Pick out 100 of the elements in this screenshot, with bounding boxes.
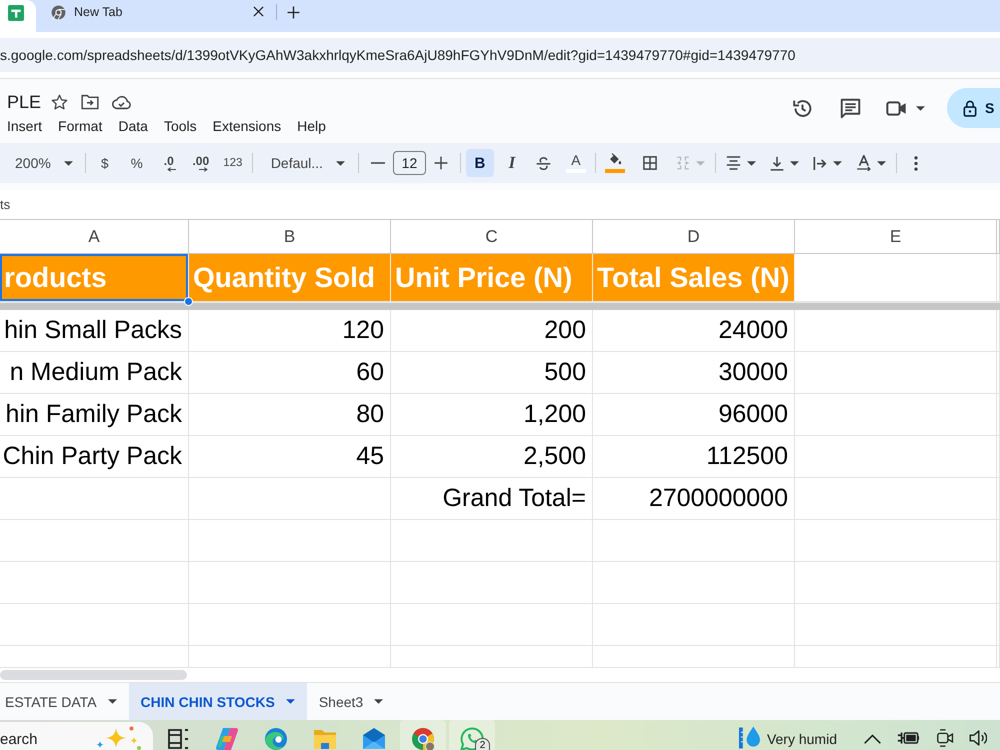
align-center-icon [726, 156, 741, 170]
sparkle-icon [94, 726, 142, 750]
minus-icon [370, 162, 385, 164]
header-cell: Quantity Sold [189, 254, 391, 302]
column-header[interactable]: E [795, 220, 997, 254]
caret-icon [696, 160, 705, 166]
copilot-icon [215, 727, 239, 750]
notification-badge: 2 [475, 738, 490, 750]
scrollbar-thumb[interactable] [0, 670, 187, 680]
document-title[interactable]: PLE [7, 92, 42, 112]
table-cell: Chin Party Pack [0, 436, 189, 478]
weather-button[interactable]: Very humid [738, 726, 837, 750]
caret-icon [876, 160, 886, 166]
increase-decimal-button[interactable]: .00 [186, 149, 215, 177]
menu-item[interactable]: Help [289, 116, 334, 136]
arrow-left-icon [167, 166, 176, 172]
star-icon[interactable] [51, 94, 68, 110]
close-icon[interactable] [253, 6, 264, 17]
font-size-field[interactable]: 12 [392, 151, 426, 175]
caret-icon [790, 160, 799, 166]
strikethrough-icon [536, 156, 552, 170]
table-cell: Grand Total= [391, 478, 593, 520]
chrome-icon [411, 727, 435, 750]
menu-item[interactable]: Data [110, 116, 156, 136]
share-button[interactable]: S [947, 88, 1000, 128]
header-cell: roducts [0, 254, 189, 302]
chevron-up-icon[interactable] [864, 734, 881, 744]
caret-icon [374, 699, 384, 704]
more-vert-icon [914, 156, 918, 170]
search-field[interactable]: earch [0, 722, 153, 750]
plus-icon[interactable] [287, 6, 300, 19]
table-cell: 96000 [593, 394, 795, 436]
text-color-button[interactable]: A [562, 149, 590, 177]
plus-icon [434, 156, 448, 170]
menu-item[interactable]: Tools [156, 116, 205, 136]
table-cell: 45 [189, 436, 391, 478]
folder-arrow-icon[interactable] [81, 94, 100, 110]
browser-tab[interactable] [0, 0, 36, 32]
font-dropdown[interactable]: Defaul... [258, 149, 353, 177]
table-cell: 30000 [593, 352, 795, 394]
italic-button[interactable]: I [498, 149, 526, 177]
sheet-tab[interactable]: ESTATE DATA [0, 683, 129, 720]
header-cell: Total Sales (N) [593, 254, 795, 302]
sheet-tab[interactable]: Sheet3 [306, 683, 396, 720]
menu-item[interactable]: Extensions [204, 116, 290, 136]
meeting-button[interactable] [886, 100, 925, 116]
table-cell: 200 [391, 310, 593, 352]
text-wrap-icon [812, 156, 827, 170]
table-cell: 80 [189, 394, 391, 436]
comment-icon[interactable] [840, 98, 861, 118]
align-bottom-icon [770, 156, 784, 170]
mail-icon [362, 727, 386, 750]
table-cell: 24000 [593, 310, 795, 352]
caret-icon [832, 160, 842, 166]
menu-item[interactable]: Insert [0, 116, 50, 136]
caret-icon [746, 160, 756, 166]
table-cell: 2700000000 [593, 478, 795, 520]
menu-item[interactable]: Format [50, 116, 110, 136]
table-cell: hin Small Packs [0, 310, 189, 352]
whatsapp-icon [460, 727, 484, 750]
folder-icon [313, 727, 337, 750]
task-view-icon [166, 727, 190, 750]
table-cell: 120 [189, 310, 391, 352]
browser-tab[interactable]: New Tab [44, 0, 272, 32]
number-format-button[interactable]: 123 [218, 149, 247, 177]
currency-format-button[interactable]: $ [90, 149, 119, 177]
address-field[interactable]: s.google.com/spreadsheets/d/1399otVKyGAhW3akxhrlqyKmeSra6AjU89hFGYhV9DnM/edit?gid=1439479770#gid=1439479770 [0, 38, 1000, 72]
table-cell: 2,500 [391, 436, 593, 478]
merge-icon [676, 156, 690, 170]
humidity-icon [738, 726, 760, 750]
sheet-tab[interactable]: CHIN CHIN STOCKS [128, 683, 307, 720]
decrease-decimal-button[interactable]: .0 [154, 149, 183, 177]
camera-icon[interactable] [937, 728, 954, 748]
chrome-icon [51, 4, 66, 20]
table-cell: 1,200 [391, 394, 593, 436]
table-cell: 500 [391, 352, 593, 394]
caret-icon [286, 699, 295, 704]
edge-icon [264, 727, 288, 750]
arrow-right-icon [199, 166, 208, 172]
percent-format-button[interactable]: % [122, 149, 151, 177]
borders-icon [642, 156, 657, 170]
lock-icon [963, 100, 977, 116]
table-cell: hin Family Pack [0, 394, 189, 436]
caret-icon [336, 160, 345, 166]
spreadsheet-icon [8, 4, 24, 20]
volume-icon[interactable] [969, 728, 987, 748]
header-cell: Unit Price (N) [391, 254, 593, 302]
bold-button[interactable]: B [466, 149, 494, 177]
cloud-check-icon[interactable] [112, 94, 132, 110]
text-rotation-icon [856, 155, 871, 171]
history-icon[interactable] [792, 98, 813, 118]
caret-icon [64, 160, 73, 166]
video-camera-icon [886, 100, 907, 116]
table-cell: n Medium Pack [0, 352, 189, 394]
table-cell: 112500 [593, 436, 795, 478]
caret-icon [916, 106, 925, 110]
zoom-dropdown[interactable]: 200% [8, 149, 80, 177]
taskbar-button[interactable]: 2 [449, 720, 495, 750]
caret-icon [108, 699, 117, 704]
table-cell: 60 [189, 352, 391, 394]
